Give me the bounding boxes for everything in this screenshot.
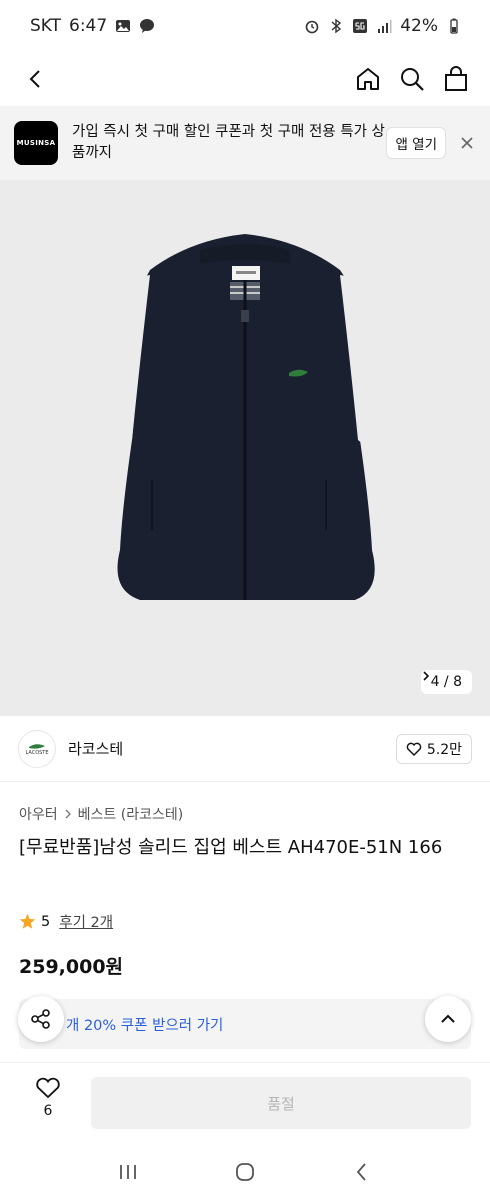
back-button[interactable] (22, 65, 50, 93)
breadcrumb: 아우터 베스트 (라코스테) (19, 804, 183, 824)
close-icon (461, 137, 473, 149)
rating-score: 5 (41, 913, 51, 930)
cart-button[interactable] (442, 65, 470, 93)
star-icon (19, 913, 36, 929)
scroll-top-button[interactable] (425, 996, 471, 1042)
share-button[interactable] (18, 996, 64, 1042)
purchase-bar: 6 품절 (0, 1062, 490, 1148)
image-pager[interactable]: 4 / 8 (420, 670, 472, 694)
chevron-up-icon (441, 1014, 455, 1023)
search-button[interactable] (398, 65, 426, 93)
brand-name-link[interactable]: 라코스테 (68, 738, 396, 759)
signal-icon (378, 20, 392, 33)
breadcrumb-category[interactable]: 아우터 (19, 804, 58, 824)
wishlist-count: 6 (43, 1103, 53, 1119)
back-nav-icon (356, 1163, 366, 1181)
chevron-right-icon (65, 809, 71, 819)
heart-icon (36, 1077, 60, 1099)
sold-out-button[interactable]: 품절 (91, 1077, 471, 1129)
breadcrumb-subcategory[interactable]: 베스트 (라코스테) (78, 804, 184, 824)
product-price: 259,000원 (19, 956, 124, 978)
brand-like-button[interactable]: 5.2만 (395, 733, 472, 764)
brand-logo-text: LACOSTE (25, 749, 49, 756)
system-nav-bar (0, 1148, 490, 1200)
open-app-button[interactable]: 앱 열기 (386, 127, 446, 159)
product-title: [무료반품]남성 솔리드 집업 베스트 AH470E-51N 166 (19, 837, 443, 858)
back-nav-button[interactable] (351, 1161, 373, 1187)
battery-label: 42% (400, 16, 438, 36)
coupon-text: 개 20% 쿠폰 받으러 가기 (66, 1017, 224, 1034)
brand-like-count: 5.2만 (426, 741, 462, 758)
pager-label: 4 / 8 (430, 674, 462, 690)
home-icon (357, 68, 379, 90)
talk-icon (140, 19, 155, 33)
recent-apps-button[interactable] (117, 1162, 139, 1186)
home-circle-icon (236, 1163, 254, 1181)
musinsa-logo: MUSINSA (14, 121, 58, 165)
chevron-right-icon (422, 671, 429, 681)
sold-out-label: 품절 (267, 1094, 295, 1113)
product-image-gallery[interactable]: 4 / 8 (0, 180, 490, 716)
brand-row: LACOSTE 라코스테 5.2만 (0, 716, 490, 782)
brand-logo[interactable]: LACOSTE (18, 729, 56, 768)
product-rating: 5 후기 2개 (19, 911, 113, 932)
gallery-icon (116, 20, 131, 32)
bag-icon (445, 66, 467, 91)
wishlist-button[interactable]: 6 (26, 1077, 70, 1119)
time-label: 6:47 (69, 16, 108, 36)
share-icon (31, 1009, 50, 1029)
search-icon (401, 68, 424, 91)
battery-icon (450, 18, 458, 34)
heart-icon (406, 742, 422, 756)
back-icon (29, 70, 40, 88)
bluetooth-icon (331, 18, 342, 34)
home-button[interactable] (354, 65, 382, 93)
reviews-link[interactable]: 후기 2개 (59, 911, 113, 932)
status-bar: SKT 6:47 42% (0, 0, 490, 52)
recent-apps-icon (120, 1165, 137, 1179)
banner-message: 가입 즉시 첫 구매 할인 쿠폰과 첫 구매 전용 특가 상품까지 (72, 124, 385, 161)
app-install-banner: MUSINSA 가입 즉시 첫 구매 할인 쿠폰과 첫 구매 전용 특가 상품까… (0, 106, 490, 180)
carrier-label: SKT (30, 16, 62, 36)
vest-product-image (0, 180, 490, 716)
croc-logo-icon (29, 743, 45, 749)
network-5g-icon (353, 19, 368, 33)
alarm-icon (305, 20, 319, 34)
coupon-banner[interactable]: 개 20% 쿠폰 받으러 가기 (19, 999, 471, 1049)
banner-close-button[interactable] (460, 135, 476, 151)
home-nav-button[interactable] (234, 1161, 256, 1187)
app-header (0, 52, 490, 106)
